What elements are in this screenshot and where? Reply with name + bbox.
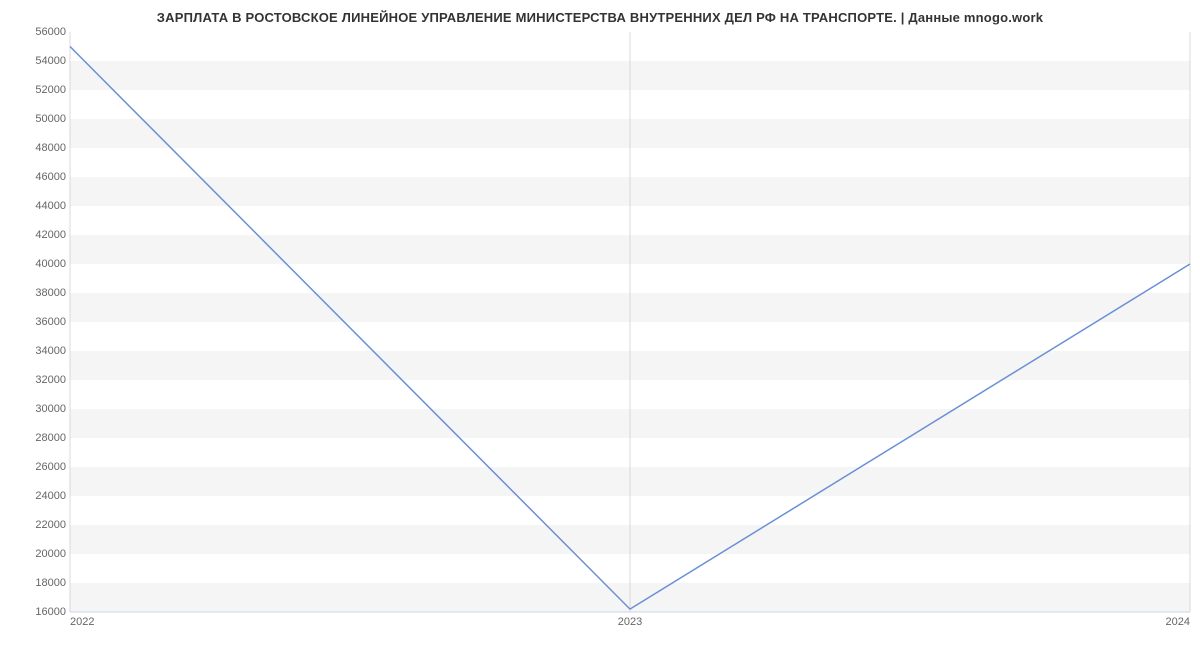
y-tick-label: 42000	[6, 229, 66, 241]
y-tick-label: 38000	[6, 287, 66, 299]
y-tick-label: 28000	[6, 432, 66, 444]
x-tick-label: 2022	[70, 616, 94, 628]
plot-area	[70, 32, 1190, 612]
y-tick-label: 30000	[6, 403, 66, 415]
chart-title: ЗАРПЛАТА В РОСТОВСКОЕ ЛИНЕЙНОЕ УПРАВЛЕНИ…	[0, 10, 1200, 25]
y-tick-label: 46000	[6, 171, 66, 183]
x-tick-label: 2023	[618, 616, 642, 628]
y-tick-label: 44000	[6, 200, 66, 212]
y-tick-label: 36000	[6, 316, 66, 328]
y-tick-label: 52000	[6, 84, 66, 96]
y-tick-label: 34000	[6, 345, 66, 357]
y-tick-label: 24000	[6, 490, 66, 502]
y-tick-label: 26000	[6, 461, 66, 473]
y-tick-label: 48000	[6, 142, 66, 154]
chart-container: ЗАРПЛАТА В РОСТОВСКОЕ ЛИНЕЙНОЕ УПРАВЛЕНИ…	[0, 0, 1200, 650]
y-tick-label: 22000	[6, 519, 66, 531]
y-tick-label: 32000	[6, 374, 66, 386]
y-tick-label: 18000	[6, 577, 66, 589]
x-tick-label: 2024	[1166, 616, 1190, 628]
y-tick-label: 56000	[6, 26, 66, 38]
y-tick-label: 20000	[6, 548, 66, 560]
y-tick-label: 40000	[6, 258, 66, 270]
y-tick-label: 54000	[6, 55, 66, 67]
y-tick-label: 50000	[6, 113, 66, 125]
y-tick-label: 16000	[6, 606, 66, 618]
line-svg	[70, 32, 1190, 612]
